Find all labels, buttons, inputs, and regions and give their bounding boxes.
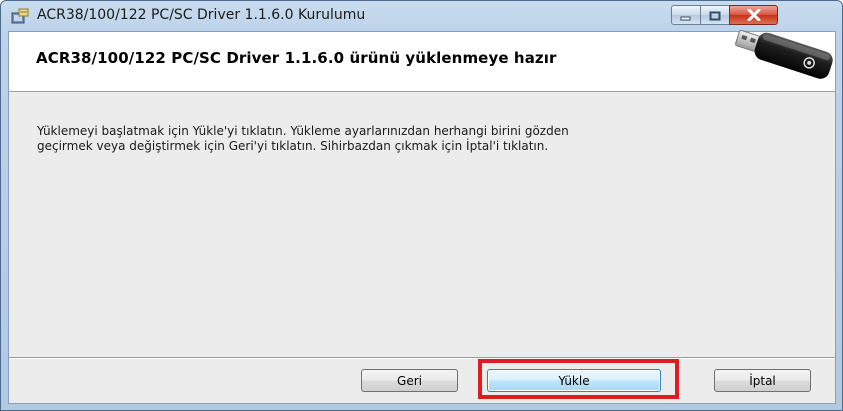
- minimize-button[interactable]: [671, 5, 701, 25]
- maximize-button[interactable]: [700, 5, 730, 25]
- minimize-icon: [680, 6, 692, 25]
- install-button[interactable]: Yükle: [487, 369, 661, 392]
- close-icon: [747, 6, 761, 25]
- back-button[interactable]: Geri: [361, 369, 458, 392]
- window-title: ACR38/100/122 PC/SC Driver 1.1.6.0 Kurul…: [37, 7, 366, 23]
- header-banner: ACR38/100/122 PC/SC Driver 1.1.6.0 ürünü…: [9, 29, 835, 92]
- installer-icon: [11, 8, 29, 24]
- maximize-icon: [709, 6, 721, 25]
- dialog-client-area: ACR38/100/122 PC/SC Driver 1.1.6.0 ürünü…: [8, 29, 836, 404]
- installer-window: ACR38/100/122 PC/SC Driver 1.1.6.0 Kurul…: [0, 0, 843, 411]
- page-title: ACR38/100/122 PC/SC Driver 1.1.6.0 ürünü…: [36, 49, 557, 67]
- instructions-text: Yüklemeyi başlatmak için Yükle'yi tıklat…: [37, 124, 797, 154]
- footer-divider: [9, 357, 835, 359]
- instructions-line-2: geçirmek veya değiştirmek için Geri'yi t…: [37, 139, 549, 153]
- cancel-button[interactable]: İptal: [714, 369, 811, 392]
- close-button[interactable]: [729, 5, 778, 25]
- title-bar[interactable]: ACR38/100/122 PC/SC Driver 1.1.6.0 Kurul…: [1, 1, 842, 31]
- instructions-line-1: Yüklemeyi başlatmak için Yükle'yi tıklat…: [37, 124, 569, 138]
- usb-smartcard-reader-icon: [727, 29, 835, 88]
